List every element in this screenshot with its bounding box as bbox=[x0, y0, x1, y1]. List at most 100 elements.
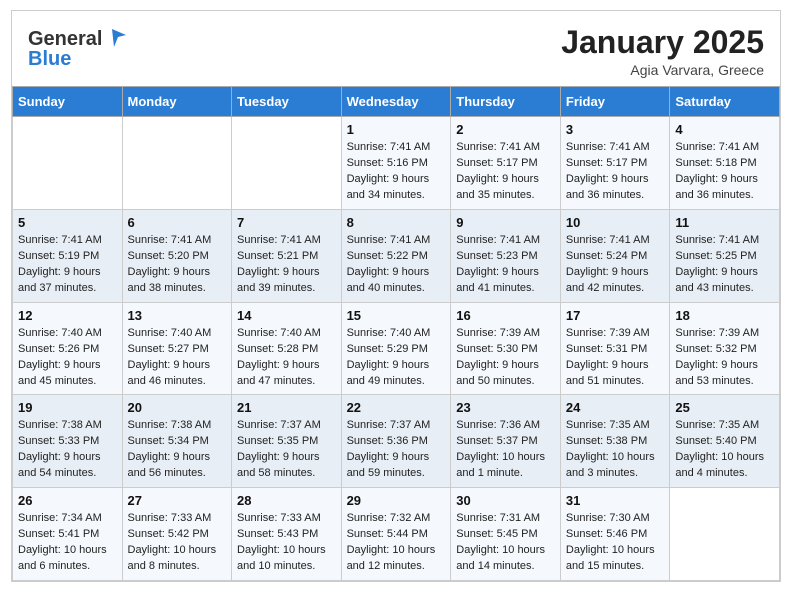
calendar-cell: 19 Sunrise: 7:38 AM Sunset: 5:33 PM Dayli… bbox=[13, 395, 123, 488]
day-number: 26 bbox=[18, 493, 117, 508]
day-info: Sunrise: 7:41 AM Sunset: 5:17 PM Dayligh… bbox=[566, 140, 664, 204]
day-info: Sunrise: 7:41 AM Sunset: 5:20 PM Dayligh… bbox=[128, 233, 227, 297]
day-number: 31 bbox=[566, 493, 664, 508]
day-number: 21 bbox=[237, 400, 336, 415]
day-number: 18 bbox=[675, 308, 774, 323]
header-tuesday: Tuesday bbox=[232, 87, 342, 117]
day-info: Sunrise: 7:30 AM Sunset: 5:46 PM Dayligh… bbox=[566, 511, 664, 575]
calendar-cell bbox=[122, 117, 232, 210]
day-info: Sunrise: 7:41 AM Sunset: 5:25 PM Dayligh… bbox=[675, 233, 774, 297]
calendar-cell: 3 Sunrise: 7:41 AM Sunset: 5:17 PM Daylig… bbox=[560, 117, 669, 210]
calendar-cell: 10 Sunrise: 7:41 AM Sunset: 5:24 PM Dayli… bbox=[560, 209, 669, 302]
calendar-cell: 6 Sunrise: 7:41 AM Sunset: 5:20 PM Daylig… bbox=[122, 209, 232, 302]
header-friday: Friday bbox=[560, 87, 669, 117]
day-info: Sunrise: 7:33 AM Sunset: 5:43 PM Dayligh… bbox=[237, 511, 336, 575]
day-info: Sunrise: 7:40 AM Sunset: 5:27 PM Dayligh… bbox=[128, 326, 227, 390]
logo: General Blue bbox=[28, 25, 126, 71]
day-info: Sunrise: 7:35 AM Sunset: 5:38 PM Dayligh… bbox=[566, 418, 664, 482]
header-sunday: Sunday bbox=[13, 87, 123, 117]
weekday-header-row: Sunday Monday Tuesday Wednesday Thursday… bbox=[13, 87, 780, 117]
day-info: Sunrise: 7:39 AM Sunset: 5:32 PM Dayligh… bbox=[675, 326, 774, 390]
week-row-4: 19 Sunrise: 7:38 AM Sunset: 5:33 PM Dayli… bbox=[13, 395, 780, 488]
calendar-cell: 30Sunrise: 7:31 AM Sunset: 5:45 PM Dayli… bbox=[451, 488, 561, 581]
calendar-cell: 20 Sunrise: 7:38 AM Sunset: 5:34 PM Dayli… bbox=[122, 395, 232, 488]
day-number: 25 bbox=[675, 400, 774, 415]
day-info: Sunrise: 7:41 AM Sunset: 5:19 PM Dayligh… bbox=[18, 233, 117, 297]
calendar-cell: 16 Sunrise: 7:39 AM Sunset: 5:30 PM Dayli… bbox=[451, 302, 561, 395]
calendar-cell bbox=[232, 117, 342, 210]
day-number: 8 bbox=[347, 215, 446, 230]
calendar-cell: 4Sunrise: 7:41 AM Sunset: 5:18 PM Daylig… bbox=[670, 117, 780, 210]
calendar-cell: 9 Sunrise: 7:41 AM Sunset: 5:23 PM Daylig… bbox=[451, 209, 561, 302]
calendar-table: Sunday Monday Tuesday Wednesday Thursday… bbox=[12, 86, 780, 581]
day-number: 20 bbox=[128, 400, 227, 415]
day-number: 29 bbox=[347, 493, 446, 508]
week-row-5: 26 Sunrise: 7:34 AM Sunset: 5:41 PM Dayli… bbox=[13, 488, 780, 581]
day-number: 6 bbox=[128, 215, 227, 230]
day-info: Sunrise: 7:40 AM Sunset: 5:28 PM Dayligh… bbox=[237, 326, 336, 390]
week-row-3: 12 Sunrise: 7:40 AM Sunset: 5:26 PM Dayli… bbox=[13, 302, 780, 395]
day-info: Sunrise: 7:39 AM Sunset: 5:31 PM Dayligh… bbox=[566, 326, 664, 390]
day-info: Sunrise: 7:41 AM Sunset: 5:21 PM Dayligh… bbox=[237, 233, 336, 297]
day-number: 12 bbox=[18, 308, 117, 323]
day-info: Sunrise: 7:41 AM Sunset: 5:24 PM Dayligh… bbox=[566, 233, 664, 297]
day-number: 17 bbox=[566, 308, 664, 323]
calendar-title: January 2025 bbox=[561, 25, 764, 60]
day-number: 5 bbox=[18, 215, 117, 230]
calendar-cell: 21Sunrise: 7:37 AM Sunset: 5:35 PM Dayli… bbox=[232, 395, 342, 488]
day-info: Sunrise: 7:34 AM Sunset: 5:41 PM Dayligh… bbox=[18, 511, 117, 575]
day-number: 22 bbox=[347, 400, 446, 415]
day-number: 10 bbox=[566, 215, 664, 230]
logo-general: General bbox=[28, 28, 102, 50]
day-info: Sunrise: 7:38 AM Sunset: 5:33 PM Dayligh… bbox=[18, 418, 117, 482]
calendar-cell: 12 Sunrise: 7:40 AM Sunset: 5:26 PM Dayli… bbox=[13, 302, 123, 395]
day-number: 1 bbox=[347, 122, 446, 137]
calendar-cell: 28Sunrise: 7:33 AM Sunset: 5:43 PM Dayli… bbox=[232, 488, 342, 581]
day-info: Sunrise: 7:40 AM Sunset: 5:29 PM Dayligh… bbox=[347, 326, 446, 390]
day-number: 19 bbox=[18, 400, 117, 415]
calendar-page: General Blue January 2025 Agia Varvara, … bbox=[11, 10, 781, 582]
day-info: Sunrise: 7:31 AM Sunset: 5:45 PM Dayligh… bbox=[456, 511, 555, 575]
calendar-cell: 27Sunrise: 7:33 AM Sunset: 5:42 PM Dayli… bbox=[122, 488, 232, 581]
day-number: 13 bbox=[128, 308, 227, 323]
calendar-cell: 29 Sunrise: 7:32 AM Sunset: 5:44 PM Dayli… bbox=[341, 488, 451, 581]
day-number: 16 bbox=[456, 308, 555, 323]
calendar-cell: 31 Sunrise: 7:30 AM Sunset: 5:46 PM Dayli… bbox=[560, 488, 669, 581]
calendar-cell: 25 Sunrise: 7:35 AM Sunset: 5:40 PM Dayli… bbox=[670, 395, 780, 488]
week-row-2: 5 Sunrise: 7:41 AM Sunset: 5:19 PM Daylig… bbox=[13, 209, 780, 302]
day-info: Sunrise: 7:35 AM Sunset: 5:40 PM Dayligh… bbox=[675, 418, 774, 482]
week-row-1: 1Sunrise: 7:41 AM Sunset: 5:16 PM Daylig… bbox=[13, 117, 780, 210]
calendar-cell: 14 Sunrise: 7:40 AM Sunset: 5:28 PM Dayli… bbox=[232, 302, 342, 395]
day-info: Sunrise: 7:41 AM Sunset: 5:17 PM Dayligh… bbox=[456, 140, 555, 204]
page-header: General Blue January 2025 Agia Varvara, … bbox=[12, 11, 780, 86]
day-info: Sunrise: 7:36 AM Sunset: 5:37 PM Dayligh… bbox=[456, 418, 555, 482]
day-info: Sunrise: 7:32 AM Sunset: 5:44 PM Dayligh… bbox=[347, 511, 446, 575]
calendar-cell bbox=[670, 488, 780, 581]
calendar-cell: 2 Sunrise: 7:41 AM Sunset: 5:17 PM Daylig… bbox=[451, 117, 561, 210]
calendar-cell: 7Sunrise: 7:41 AM Sunset: 5:21 PM Daylig… bbox=[232, 209, 342, 302]
calendar-cell: 24Sunrise: 7:35 AM Sunset: 5:38 PM Dayli… bbox=[560, 395, 669, 488]
day-number: 2 bbox=[456, 122, 555, 137]
day-info: Sunrise: 7:38 AM Sunset: 5:34 PM Dayligh… bbox=[128, 418, 227, 482]
day-info: Sunrise: 7:40 AM Sunset: 5:26 PM Dayligh… bbox=[18, 326, 117, 390]
header-monday: Monday bbox=[122, 87, 232, 117]
calendar-cell: 18 Sunrise: 7:39 AM Sunset: 5:32 PM Dayli… bbox=[670, 302, 780, 395]
day-info: Sunrise: 7:33 AM Sunset: 5:42 PM Dayligh… bbox=[128, 511, 227, 575]
day-number: 11 bbox=[675, 215, 774, 230]
calendar-cell: 26 Sunrise: 7:34 AM Sunset: 5:41 PM Dayli… bbox=[13, 488, 123, 581]
day-info: Sunrise: 7:39 AM Sunset: 5:30 PM Dayligh… bbox=[456, 326, 555, 390]
calendar-cell: 8Sunrise: 7:41 AM Sunset: 5:22 PM Daylig… bbox=[341, 209, 451, 302]
calendar-cell bbox=[13, 117, 123, 210]
day-info: Sunrise: 7:41 AM Sunset: 5:18 PM Dayligh… bbox=[675, 140, 774, 204]
day-number: 14 bbox=[237, 308, 336, 323]
day-number: 3 bbox=[566, 122, 664, 137]
calendar-cell: 5 Sunrise: 7:41 AM Sunset: 5:19 PM Daylig… bbox=[13, 209, 123, 302]
header-wednesday: Wednesday bbox=[341, 87, 451, 117]
logo-blue: Blue bbox=[28, 48, 71, 71]
logo-bird-icon bbox=[104, 25, 126, 47]
day-number: 9 bbox=[456, 215, 555, 230]
calendar-cell: 1Sunrise: 7:41 AM Sunset: 5:16 PM Daylig… bbox=[341, 117, 451, 210]
day-number: 15 bbox=[347, 308, 446, 323]
calendar-cell: 11 Sunrise: 7:41 AM Sunset: 5:25 PM Dayli… bbox=[670, 209, 780, 302]
day-info: Sunrise: 7:41 AM Sunset: 5:23 PM Dayligh… bbox=[456, 233, 555, 297]
